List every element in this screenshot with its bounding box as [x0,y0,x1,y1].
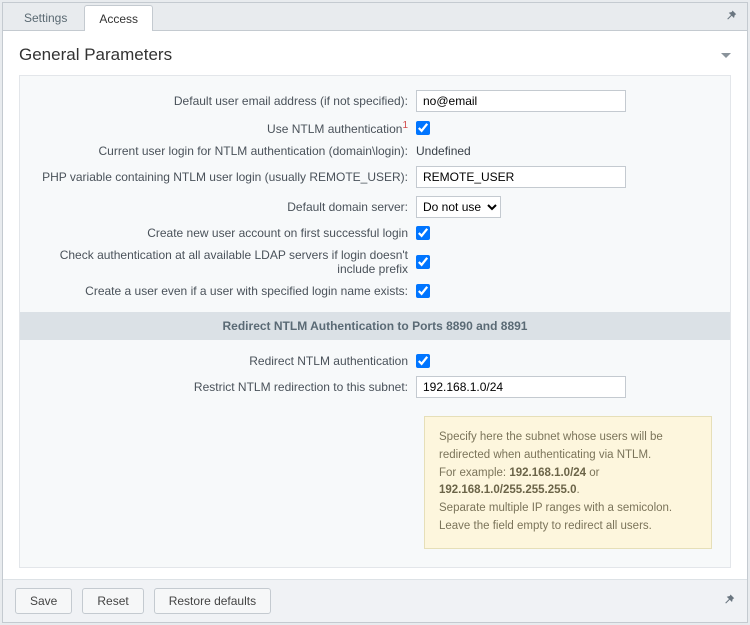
row-default-email: Default user email address (if not speci… [38,90,712,112]
form-area: Default user email address (if not speci… [19,75,731,568]
label-current-login: Current user login for NTLM authenticati… [38,144,416,158]
redirect-ntlm-checkbox[interactable] [416,354,430,368]
default-domain-select[interactable]: Do not use [416,196,501,218]
tab-bar: Settings Access [3,3,747,31]
hint-or: or [586,467,599,479]
hint-ex2: 192.168.1.0/255.255.255.0 [439,484,577,496]
label-use-ntlm-text: Use NTLM authentication [267,122,402,136]
php-var-input[interactable] [416,166,626,188]
hint-line2-prefix: For example: [439,467,509,479]
row-default-domain: Default domain server: Do not use [38,196,712,218]
save-button[interactable]: Save [15,588,72,614]
panel-body: General Parameters Default user email ad… [3,31,747,622]
row-php-var: PHP variable containing NTLM user login … [38,166,712,188]
label-use-ntlm: Use NTLM authentication1 [38,120,416,136]
subnet-hint: Specify here the subnet whose users will… [424,416,712,549]
label-restrict-subnet: Restrict NTLM redirection to this subnet… [38,380,416,394]
check-ldap-checkbox[interactable] [416,255,430,269]
create-even-checkbox[interactable] [416,284,430,298]
hint-line3: Separate multiple IP ranges with a semic… [439,502,672,514]
row-redirect-ntlm: Redirect NTLM authentication [38,354,712,368]
reset-button[interactable]: Reset [82,588,143,614]
pin-icon[interactable] [723,593,735,608]
row-restrict-subnet: Restrict NTLM redirection to this subnet… [38,376,712,398]
tab-settings[interactable]: Settings [9,4,82,30]
tab-access[interactable]: Access [84,5,153,31]
restrict-subnet-input[interactable] [416,376,626,398]
label-create-new: Create new user account on first success… [38,226,416,240]
footnote-1-icon: 1 [402,120,408,131]
row-check-ldap: Check authentication at all available LD… [38,248,712,276]
row-create-even: Create a user even if a user with specif… [38,284,712,298]
label-redirect-ntlm: Redirect NTLM authentication [38,354,416,368]
chevron-down-icon[interactable] [721,53,731,58]
footer-bar: Save Reset Restore defaults [3,579,747,622]
hint-ex1: 192.168.1.0/24 [509,467,586,479]
hint-line1: Specify here the subnet whose users will… [439,431,663,461]
label-default-email: Default user email address (if not speci… [38,94,416,108]
label-php-var: PHP variable containing NTLM user login … [38,170,416,184]
create-new-checkbox[interactable] [416,226,430,240]
row-use-ntlm: Use NTLM authentication1 [38,120,712,136]
panel-header: General Parameters [19,41,731,75]
default-email-input[interactable] [416,90,626,112]
restore-defaults-button[interactable]: Restore defaults [154,588,271,614]
page-title: General Parameters [19,45,172,65]
label-default-domain: Default domain server: [38,200,416,214]
row-create-new: Create new user account on first success… [38,226,712,240]
label-create-even: Create a user even if a user with specif… [38,284,416,298]
hint-line4: Leave the field empty to redirect all us… [439,520,652,532]
row-current-login: Current user login for NTLM authenticati… [38,144,712,158]
use-ntlm-checkbox[interactable] [416,121,430,135]
app-window: Settings Access General Parameters Defau… [2,2,748,623]
current-login-value: Undefined [416,144,471,158]
pin-icon[interactable] [725,9,737,24]
label-check-ldap: Check authentication at all available LD… [38,248,416,276]
section-redirect-header: Redirect NTLM Authentication to Ports 88… [20,312,730,340]
